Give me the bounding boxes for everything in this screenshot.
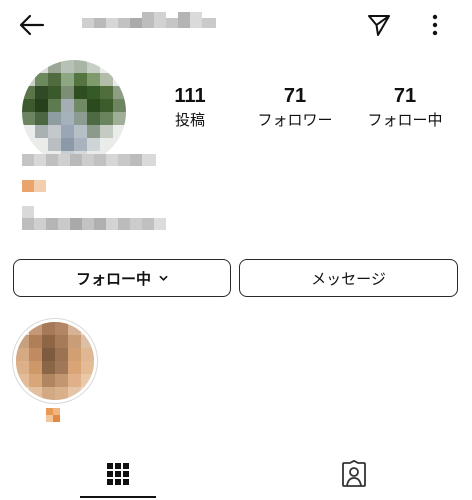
stat-followers[interactable]: 71 フォロワー: [245, 84, 345, 132]
tagged-person-icon: [342, 460, 366, 487]
following-button[interactable]: フォロー中: [13, 259, 231, 297]
highlight-image: [16, 322, 94, 400]
grid-icon: [107, 463, 129, 485]
highlight-label-pixelated: [46, 408, 60, 422]
paper-plane-icon: [368, 15, 390, 36]
stat-posts[interactable]: 111 投稿: [160, 84, 220, 132]
back-button[interactable]: [16, 11, 48, 39]
stat-following[interactable]: 71 フォロー中: [355, 84, 455, 132]
stat-followers-count: 71: [283, 85, 307, 107]
tab-posts-grid[interactable]: [80, 448, 156, 500]
message-button-label: メッセージ: [311, 270, 386, 288]
username-pixelated: [82, 12, 216, 28]
stat-posts-count: 111: [174, 85, 206, 107]
profile-emoji-pixelated: [22, 180, 46, 192]
profile-stats: 111 投稿 71 フォロワー 71 フォロー中: [150, 84, 462, 144]
tab-tagged[interactable]: [316, 448, 392, 500]
profile-avatar[interactable]: [22, 60, 126, 164]
avatar-image: [22, 60, 126, 164]
profile-bio-pixelated: [22, 206, 166, 230]
profile-tab-bar: [0, 448, 472, 500]
top-bar: [0, 0, 472, 50]
direct-message-button[interactable]: [364, 10, 394, 40]
stat-followers-label: フォロワー: [257, 112, 333, 129]
story-highlight[interactable]: [12, 318, 98, 404]
stat-following-count: 71: [393, 85, 417, 107]
more-vertical-icon: [432, 14, 438, 36]
stat-posts-label: 投稿: [174, 112, 205, 129]
active-tab-indicator: [80, 496, 156, 498]
story-highlight-cover: [16, 322, 94, 400]
chevron-down-icon: [159, 275, 168, 281]
more-options-button[interactable]: [422, 10, 448, 40]
stat-following-label: フォロー中: [367, 112, 443, 129]
arrow-left-icon: [19, 14, 45, 36]
message-button[interactable]: メッセージ: [239, 259, 458, 297]
following-button-label: フォロー中: [75, 270, 151, 288]
profile-name-pixelated: [22, 154, 156, 166]
